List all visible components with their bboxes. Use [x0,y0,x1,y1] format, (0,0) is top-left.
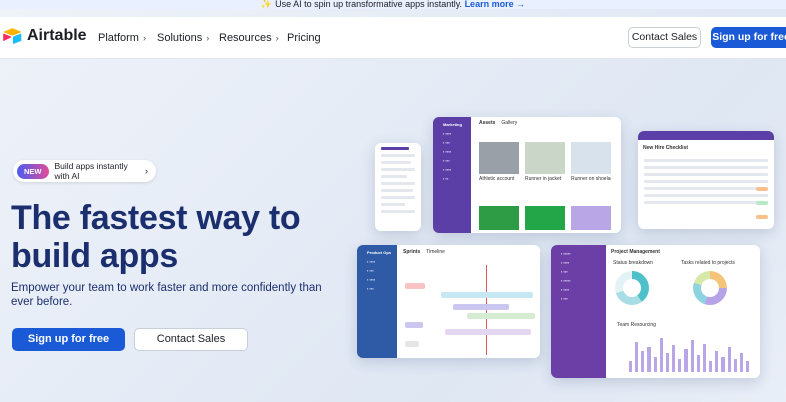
product-ops-tab-sprints: Sprints [403,249,421,255]
marketing-tab-assets: Assets [479,120,496,126]
card-2-title: Runner in jacket [525,176,562,182]
preview-marketing-gallery: Marketing ▪ ▪▪▪▪ ▪ ▪▪▪ ▪ ▪▪▪▪ ▪ ▪▪▪ ▪ ▪▪▪▪ ▪ … [433,117,621,233]
brand-logo[interactable]: Airtable [3,27,87,45]
sign-up-button-nav[interactable]: Sign up for free [711,27,786,48]
preview-mobile-list [375,143,421,231]
card-1-title: Athletic account [479,176,515,182]
ai-badge-link[interactable]: NEW Build apps instantly with AI › [13,160,156,182]
nav-pricing[interactable]: Pricing [287,32,321,44]
nav-resources-label: Resources [219,32,272,44]
team-resourcing-bars [629,334,750,372]
team-resourcing-label: Team Resourcing [617,322,656,328]
chevron-right-icon: › [142,33,146,43]
new-badge: NEW [17,163,49,179]
sparkle-icon: ✨ [260,0,273,9]
product-ops-sidebar: Product Ops ▪ ▪▪▪▪ ▪ ▪▪▪ ▪ ▪▪▪▪ ▪ ▪▪▪ [357,245,397,358]
nav-pricing-label: Pricing [287,32,321,44]
marketing-tab-gallery: Gallery [501,120,518,126]
brand-name: Airtable [27,27,87,44]
nav-resources[interactable]: Resources › [219,32,279,44]
sign-up-button[interactable]: Sign up for free [12,328,125,351]
tasks-donut-chart [693,271,727,305]
contact-sales-button[interactable]: Contact Sales [134,328,248,351]
preview-new-hire-checklist: New Hire Checklist [638,131,774,229]
learn-more-link[interactable]: Learn more → [465,0,526,9]
project-title: Project Management [611,249,660,255]
preview-project-management: ▪ ▪▪▪▪▪ ▪ ▪▪▪▪ ▪ ▪▪▪ ▪ ▪▪▪▪▪ ▪ ▪▪▪▪ ▪ ▪▪▪ Pr… [551,245,760,378]
chevron-right-icon: › [275,33,279,43]
checklist-title: New Hire Checklist [643,145,689,151]
project-sidebar: ▪ ▪▪▪▪▪ ▪ ▪▪▪▪ ▪ ▪▪▪ ▪ ▪▪▪▪▪ ▪ ▪▪▪▪ ▪ ▪▪▪ [551,245,606,378]
hero-subheadline: Empower your team to work faster and mor… [11,282,322,308]
nav-platform[interactable]: Platform › [98,32,146,44]
nav-platform-label: Platform [98,32,139,44]
announcement-bar: ✨ Use AI to spin up transformative apps i… [0,0,786,9]
chevron-right-icon: › [206,33,210,43]
top-nav: Airtable Platform › Solutions › Resources ›… [0,17,786,59]
product-ops-tab-timeline: Timeline [426,249,445,255]
product-ops-title: Product Ops [367,250,392,255]
ai-badge-text: Build apps instantly with AI [54,161,128,181]
hero-headline: The fastest way to build apps [11,199,301,275]
preview-product-ops-timeline: Product Ops ▪ ▪▪▪▪ ▪ ▪▪▪ ▪ ▪▪▪▪ ▪ ▪▪▪ Sprin… [357,245,540,358]
nav-solutions[interactable]: Solutions › [157,32,209,44]
nav-solutions-label: Solutions [157,32,203,44]
marketing-sidebar: Marketing ▪ ▪▪▪▪ ▪ ▪▪▪ ▪ ▪▪▪▪ ▪ ▪▪▪ ▪ ▪▪▪▪ ▪ … [433,117,471,233]
status-donut-chart [615,271,649,305]
tasks-related-label: Tasks related to projects [681,260,735,266]
announcement-text: Use AI to spin up transformative apps in… [275,0,463,9]
contact-sales-button-nav[interactable]: Contact Sales [628,27,701,48]
card-3-title: Runner on shoelace [571,176,611,182]
chevron-right-icon: › [145,166,148,176]
status-breakdown-label: Status breakdown [613,260,654,266]
airtable-logo-icon [3,28,22,44]
marketing-title: Marketing [443,122,462,127]
